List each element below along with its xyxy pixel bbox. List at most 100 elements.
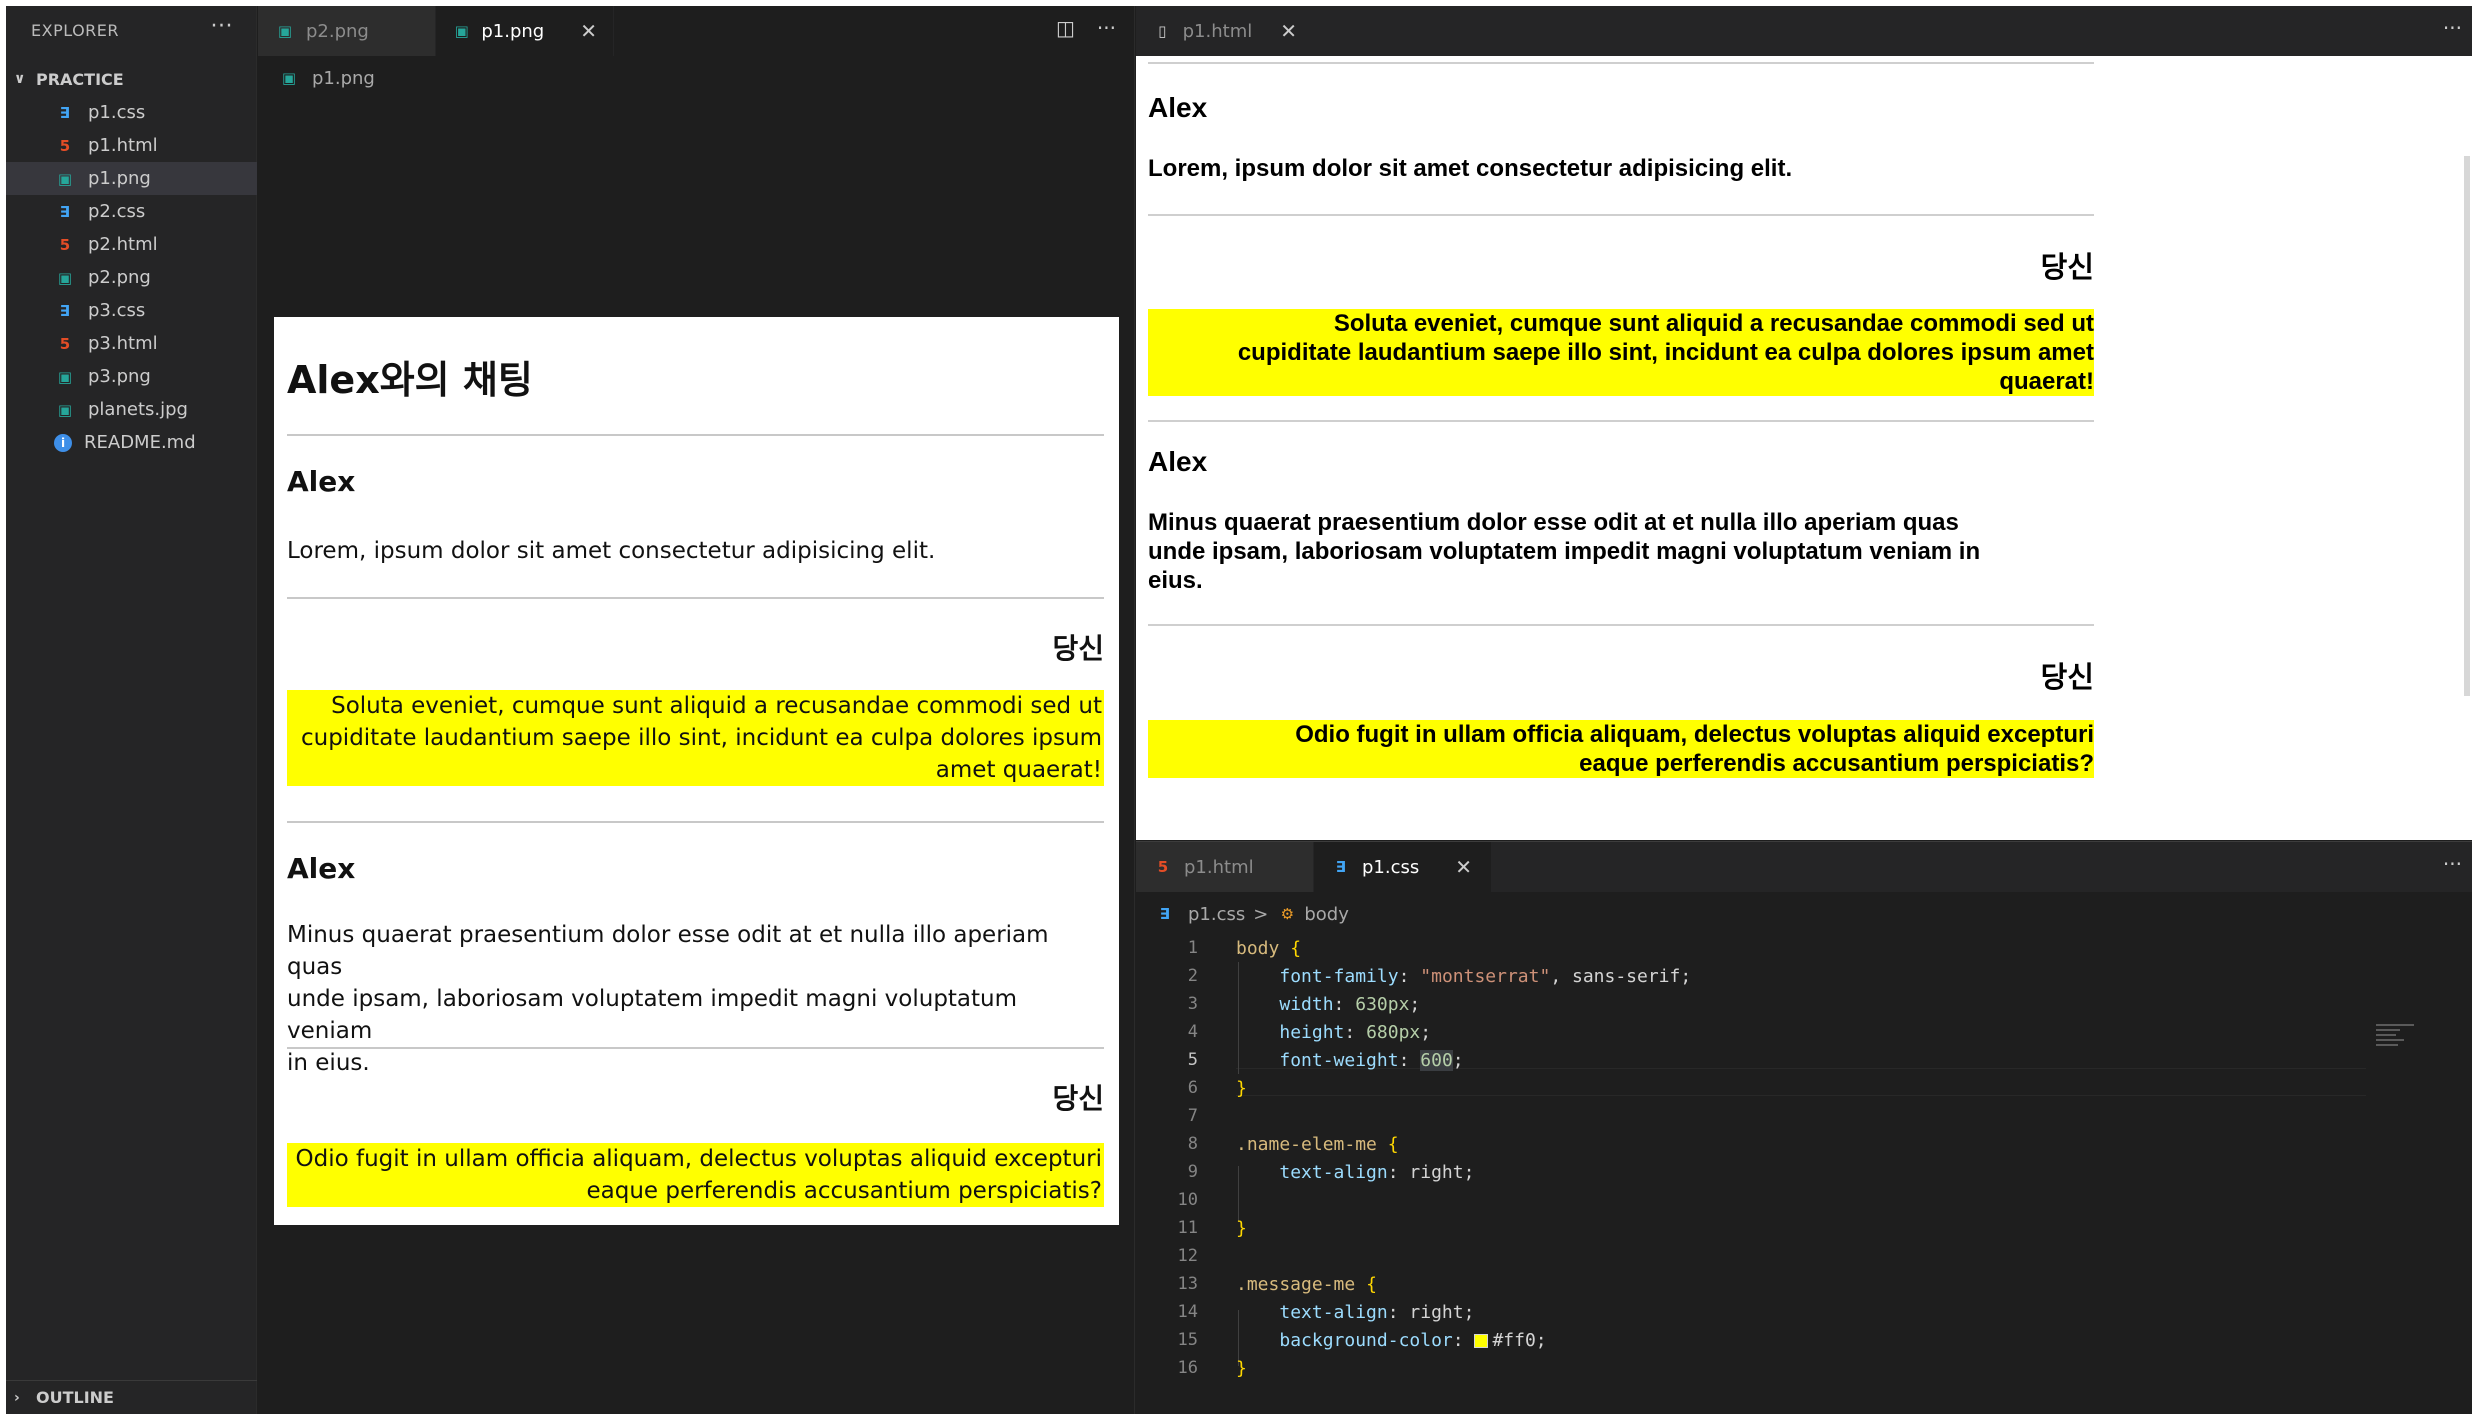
line-number: 1 xyxy=(1187,938,1198,958)
breadcrumb-file[interactable]: p1.css xyxy=(1188,904,1245,925)
breadcrumb-symbol[interactable]: body xyxy=(1304,904,1349,925)
html-file-icon: 5 xyxy=(59,235,71,254)
web-page: Alex Lorem, ipsum dolor sit amet consect… xyxy=(1136,56,2472,840)
message-line: unde ipsam, laboriosam voluptatem impedi… xyxy=(1148,538,1981,565)
file-label: planets.jpg xyxy=(88,399,188,420)
file-label: p3.html xyxy=(88,333,158,354)
line-number: 4 xyxy=(1187,1022,1198,1042)
info-icon: i xyxy=(54,433,72,452)
tab-p1-png[interactable]: ▣ p1.png ✕ xyxy=(436,6,614,56)
tab-p2-png[interactable]: ▣ p2.png xyxy=(258,6,436,56)
html-file-icon: 5 xyxy=(1157,858,1169,876)
line-number: 12 xyxy=(1177,1246,1198,1266)
file-item[interactable]: ▣ p1.png xyxy=(6,162,257,195)
me-message: Soluta eveniet, cumque sunt aliquid a re… xyxy=(1148,309,2094,396)
code-tabbar: 5 p1.html ∃ p1.css ✕ ··· xyxy=(1136,842,2472,892)
file-item[interactable]: ▣ p2.png xyxy=(6,261,257,294)
folder-practice[interactable]: ∨ PRACTICE xyxy=(6,64,257,94)
file-item[interactable]: i README.md xyxy=(6,426,257,459)
close-icon[interactable]: ✕ xyxy=(1280,19,1297,43)
divider xyxy=(1148,214,2094,216)
css-file-icon: ∃ xyxy=(1335,858,1347,876)
message-text: Minus quaerat praesentium dolor esse odi… xyxy=(1148,508,2094,595)
line-number: 13 xyxy=(1177,1274,1198,1294)
code-line[interactable]: 7 xyxy=(1136,1102,2366,1130)
more-actions-icon[interactable]: ··· xyxy=(1097,16,1116,40)
split-editor-icon[interactable]: ◫ xyxy=(1056,16,1075,40)
line-number: 11 xyxy=(1177,1218,1198,1238)
line-number: 16 xyxy=(1177,1358,1198,1378)
line-number: 2 xyxy=(1187,966,1198,986)
file-item[interactable]: 5 p2.html xyxy=(6,228,257,261)
divider xyxy=(287,821,1104,823)
message-line: cupiditate laudantium saepe illo sint, i… xyxy=(1237,339,2094,366)
me-name: 당신 xyxy=(1052,632,1104,665)
code-line[interactable]: 14 text-align: right; xyxy=(1136,1298,2366,1326)
code-line[interactable]: 9 text-align: right; xyxy=(1136,1158,2366,1186)
code-line[interactable]: 11} xyxy=(1136,1214,2366,1242)
file-list: ∃ p1.css 5 p1.html ▣ p1.png ∃ p2.css 5 p2.htm… xyxy=(6,96,257,459)
code-editor-group: 5 p1.html ∃ p1.css ✕ ··· ∃ p1.css > ⚙ bo… xyxy=(1136,841,2472,1414)
close-icon[interactable]: ✕ xyxy=(1455,855,1472,879)
code-text: .name-elem-me { xyxy=(1236,1133,1399,1155)
message-line: Soluta eveniet, cumque sunt aliquid a re… xyxy=(331,693,1102,719)
code-line[interactable]: 16} xyxy=(1136,1354,2366,1382)
me-name: 당신 xyxy=(2040,662,2094,694)
line-number: 5 xyxy=(1187,1050,1198,1070)
file-item[interactable]: ∃ p2.css xyxy=(6,195,257,228)
tab-label: p1.html xyxy=(1184,856,1254,878)
code-line[interactable]: 15 background-color: #ff0; xyxy=(1136,1326,2366,1354)
more-actions-icon[interactable]: ··· xyxy=(211,14,233,39)
code-line[interactable]: 6} xyxy=(1136,1074,2366,1102)
image-editor-group: ▣ p2.png ▣ p1.png ✕ ◫ ··· ▣ p1.png Alex와… xyxy=(258,6,1135,1414)
line-number: 10 xyxy=(1177,1190,1198,1210)
tab-p1-html-preview[interactable]: ▯ p1.html ✕ xyxy=(1136,6,1314,56)
file-item[interactable]: ▣ p3.png xyxy=(6,360,257,393)
more-actions-icon[interactable]: ··· xyxy=(2443,16,2462,40)
code-area[interactable]: 1 body { 2 font-family: "montserrat", sans… xyxy=(1136,934,2472,1414)
tab-p1-html[interactable]: 5 p1.html xyxy=(1136,842,1314,892)
code-line[interactable]: 12 xyxy=(1136,1242,2366,1270)
code-line[interactable]: 3 width: 630px; xyxy=(1136,990,2366,1018)
close-icon[interactable]: ✕ xyxy=(580,19,597,43)
code-text: } xyxy=(1236,1357,1247,1379)
web-preview-group: ▯ p1.html ✕ ··· Alex Lorem, ipsum dolor … xyxy=(1136,6,2472,840)
minimap[interactable] xyxy=(2376,1024,2416,1064)
code-line[interactable]: 2 font-family: "montserrat", sans-serif; xyxy=(1136,962,2366,990)
message-line: cupiditate laudantium saepe illo sint, i… xyxy=(300,725,1102,751)
symbol-icon: ⚙ xyxy=(1280,905,1295,923)
explorer-sidebar: EXPLORER ··· ∨ PRACTICE ∃ p1.css 5 p1.html… xyxy=(6,6,257,1414)
code-line[interactable]: 10 xyxy=(1136,1186,2366,1214)
file-item[interactable]: 5 p3.html xyxy=(6,327,257,360)
file-item[interactable]: ∃ p3.css xyxy=(6,294,257,327)
breadcrumb-file[interactable]: p1.png xyxy=(312,68,375,89)
code-line[interactable]: 13 .message-me { xyxy=(1136,1270,2366,1298)
code-text: font-weight: 600; xyxy=(1279,1049,1464,1071)
css-file-icon: ∃ xyxy=(59,103,71,122)
divider xyxy=(287,1047,1104,1049)
code-line[interactable]: 5 font-weight: 600; xyxy=(1136,1046,2366,1074)
code-line[interactable]: 1 body { xyxy=(1136,934,2366,962)
file-item[interactable]: 5 p1.html xyxy=(6,129,257,162)
sender-name: Alex xyxy=(287,852,356,885)
divider xyxy=(1148,420,2094,422)
file-icon: ▯ xyxy=(1158,22,1167,40)
chevron-right-icon: › xyxy=(14,1389,20,1406)
outline-section[interactable]: › OUTLINE xyxy=(6,1380,257,1414)
message-line: Odio fugit in ullam officia aliquam, del… xyxy=(295,1146,1102,1172)
image-file-icon: ▣ xyxy=(281,69,297,87)
file-item[interactable]: ∃ p1.css xyxy=(6,96,257,129)
me-message: Soluta eveniet, cumque sunt aliquid a re… xyxy=(287,690,1104,786)
explorer-title: EXPLORER xyxy=(31,20,119,40)
breadcrumb-separator: > xyxy=(1253,903,1269,925)
code-line[interactable]: 8 .name-elem-me { xyxy=(1136,1130,2366,1158)
tab-p1-css[interactable]: ∃ p1.css ✕ xyxy=(1314,842,1492,892)
vertical-scrollbar[interactable] xyxy=(2464,156,2470,696)
image-file-icon: ▣ xyxy=(57,268,73,287)
file-label: README.md xyxy=(84,432,196,453)
more-actions-icon[interactable]: ··· xyxy=(2443,852,2462,876)
code-text: body { xyxy=(1236,937,1302,959)
code-line[interactable]: 4 height: 680px; xyxy=(1136,1018,2366,1046)
code-text: } xyxy=(1236,1217,1247,1239)
file-item[interactable]: ▣ planets.jpg xyxy=(6,393,257,426)
